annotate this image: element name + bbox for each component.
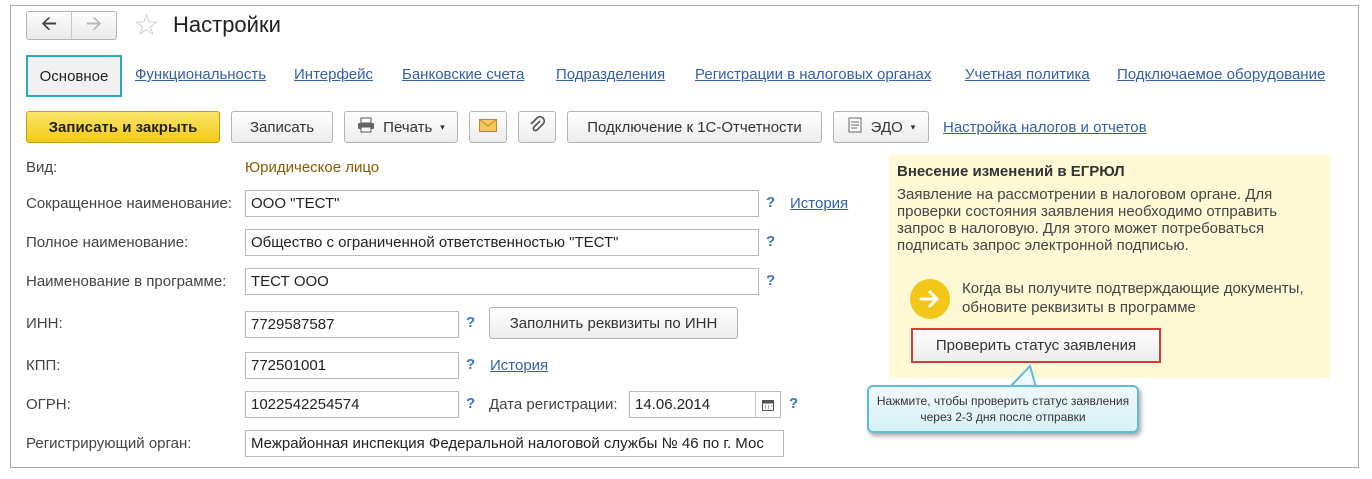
- egrul-info-text: Заявление на рассмотрении в налоговом ор…: [897, 186, 1278, 254]
- tab-tax-registrations[interactable]: Регистрации в налоговых органах: [695, 66, 931, 83]
- short-name-field[interactable]: ООО "ТЕСТ": [245, 190, 759, 217]
- print-label: Печать: [383, 118, 433, 136]
- fill-by-inn-button[interactable]: Заполнить реквизиты по ИНН: [489, 307, 738, 339]
- printer-icon: [357, 117, 375, 137]
- edo-icon: [847, 117, 863, 137]
- attach-button[interactable]: [518, 111, 556, 143]
- program-name-label: Наименование в программе:: [26, 273, 227, 290]
- edo-label: ЭДО: [870, 118, 903, 136]
- save-and-close-button[interactable]: Записать и закрыть: [26, 111, 220, 143]
- ogrn-field[interactable]: 1022542254574: [245, 391, 459, 418]
- tab-divisions[interactable]: Подразделения: [556, 66, 665, 83]
- kpp-help-icon[interactable]: ?: [466, 356, 475, 373]
- short-name-label: Сокращенное наименование:: [26, 195, 232, 212]
- tab-equipment[interactable]: Подключаемое оборудование: [1117, 66, 1325, 83]
- tab-functionality[interactable]: Функциональность: [135, 66, 266, 83]
- reg-organ-label: Регистрирующий орган:: [26, 435, 192, 452]
- tooltip-pointer-icon: [1008, 364, 1038, 387]
- kpp-label: КПП:: [26, 357, 61, 374]
- inn-help-icon[interactable]: ?: [466, 314, 475, 331]
- nav-buttons: 🡨 🡪: [26, 11, 117, 40]
- envelope-icon: [479, 118, 497, 136]
- vid-label: Вид:: [26, 159, 58, 176]
- short-name-history-link[interactable]: История: [790, 195, 848, 212]
- tab-interface[interactable]: Интерфейс: [294, 66, 373, 83]
- short-name-help-icon[interactable]: ?: [766, 194, 775, 211]
- full-name-help-icon[interactable]: ?: [766, 233, 775, 250]
- kpp-field[interactable]: 772501001: [245, 352, 459, 379]
- back-arrow-icon[interactable]: 🡨: [27, 12, 71, 39]
- tab-osnovnoe[interactable]: Основное: [26, 55, 122, 97]
- egrul-info-title: Внесение изменений в ЕГРЮЛ: [897, 163, 1125, 180]
- reg-date-label: Дата регистрации:: [489, 396, 618, 413]
- calendar-icon[interactable]: [755, 392, 780, 417]
- save-button[interactable]: Записать: [231, 111, 333, 143]
- ogrn-label: ОГРН:: [26, 396, 71, 413]
- check-status-button[interactable]: Проверить статус заявления: [911, 328, 1161, 363]
- reg-organ-field[interactable]: Межрайонная инспекция Федеральной налого…: [245, 430, 784, 457]
- reg-date-help-icon[interactable]: ?: [789, 395, 798, 412]
- tax-settings-link[interactable]: Настройка налогов и отчетов: [943, 119, 1147, 136]
- connect-1c-reporting-button[interactable]: Подключение к 1С-Отчетности: [567, 111, 822, 143]
- tab-bank-accounts[interactable]: Банковские счета: [402, 66, 524, 83]
- edo-button[interactable]: ЭДО ▾: [833, 111, 929, 143]
- full-name-label: Полное наименование:: [26, 234, 189, 251]
- program-name-field[interactable]: ТЕСТ ООО: [245, 268, 759, 295]
- inn-field[interactable]: 7729587587: [245, 311, 459, 338]
- arrow-right-icon: [910, 279, 950, 319]
- dropdown-icon: ▾: [440, 121, 445, 132]
- update-requisites-text: Когда вы получите подтверждающие докумен…: [962, 280, 1304, 316]
- email-button[interactable]: [469, 111, 507, 143]
- check-status-tooltip: Нажмите, чтобы проверить статус заявлени…: [867, 385, 1139, 433]
- page-title: Настройки: [173, 12, 281, 37]
- dropdown-icon: ▾: [910, 121, 916, 132]
- inn-label: ИНН:: [26, 315, 63, 332]
- reg-date-field[interactable]: 14.06.2014: [629, 391, 781, 418]
- reg-date-value: 14.06.2014: [635, 396, 711, 413]
- vid-value[interactable]: Юридическое лицо: [245, 159, 379, 176]
- kpp-history-link[interactable]: История: [490, 357, 548, 374]
- print-button[interactable]: Печать ▾: [344, 111, 458, 143]
- favorite-star-icon[interactable]: ☆: [133, 10, 160, 42]
- paperclip-icon: [529, 115, 546, 138]
- tab-accounting-policy[interactable]: Учетная политика: [965, 66, 1090, 83]
- ogrn-help-icon[interactable]: ?: [466, 395, 475, 412]
- forward-arrow-icon[interactable]: 🡪: [71, 12, 116, 39]
- full-name-field[interactable]: Общество с ограниченной ответственностью…: [245, 229, 759, 256]
- program-name-help-icon[interactable]: ?: [766, 272, 775, 289]
